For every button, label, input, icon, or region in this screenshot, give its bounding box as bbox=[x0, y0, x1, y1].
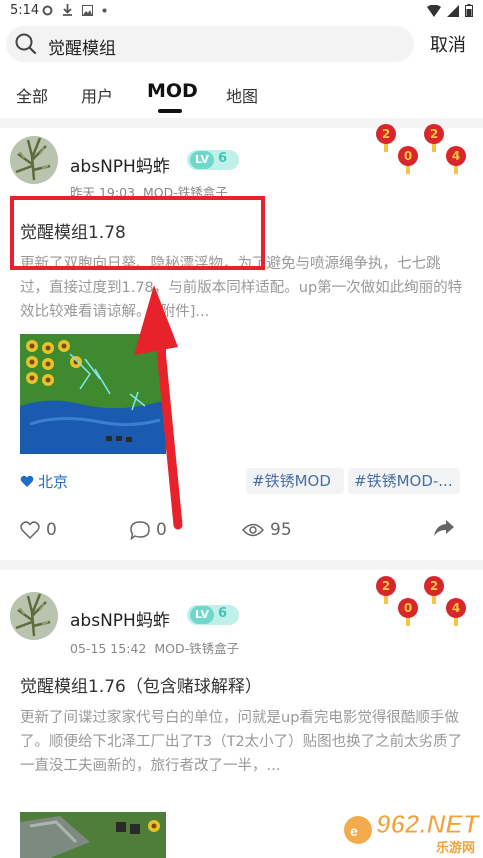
lantern-digit: 0 bbox=[404, 149, 412, 163]
status-notification-icons bbox=[42, 4, 107, 16]
share-button[interactable] bbox=[434, 520, 454, 536]
post-actions: 0 0 95 bbox=[0, 520, 483, 550]
like-count: 0 bbox=[46, 520, 57, 540]
lantern-digit: 2 bbox=[430, 579, 438, 593]
svg-text:e: e bbox=[350, 823, 358, 839]
tab-users[interactable]: 用户 bbox=[81, 83, 113, 107]
battery-icon bbox=[465, 4, 473, 17]
search-icon bbox=[15, 33, 37, 55]
lantern-digit: 2 bbox=[430, 127, 438, 141]
location-link[interactable]: 北京 bbox=[20, 471, 68, 492]
location-text: 北京 bbox=[38, 473, 69, 491]
signal-icon bbox=[447, 4, 459, 17]
view-count: 95 bbox=[270, 520, 292, 540]
post-excerpt[interactable]: 更新了间谍过家家代号白的单位，问就是up看完电影觉得很酷顺手做了。顺便给下北泽工… bbox=[20, 706, 465, 778]
active-tab-indicator bbox=[158, 109, 182, 113]
status-bar: 5:14 bbox=[0, 0, 483, 24]
watermark-text: 962.NET bbox=[376, 809, 481, 839]
level-number: 6 bbox=[218, 606, 228, 621]
dot-icon bbox=[102, 8, 107, 12]
heart-location-icon bbox=[20, 475, 34, 487]
lantern-digit: 0 bbox=[404, 601, 412, 615]
post-meta: 05-15 15:42 MOD-铁锈盒子 bbox=[70, 638, 239, 657]
image-icon bbox=[82, 4, 93, 16]
search-input[interactable]: 觉醒模组 bbox=[6, 26, 414, 62]
level-number: 6 bbox=[218, 151, 228, 166]
wifi-icon bbox=[427, 4, 441, 17]
new-year-lantern-decoration: 2 0 2 4 bbox=[376, 576, 466, 626]
share-icon bbox=[434, 520, 454, 536]
avatar-plant-image bbox=[10, 592, 58, 640]
avatar-plant-image bbox=[10, 136, 58, 184]
lantern-digit: 4 bbox=[452, 601, 460, 615]
level-badge: LV 6 bbox=[187, 150, 239, 170]
annotation-arrow bbox=[134, 285, 183, 530]
watermark-subtext: 乐游网 bbox=[436, 840, 475, 856]
level-prefix: LV bbox=[190, 151, 214, 169]
post-image[interactable] bbox=[20, 812, 166, 858]
lantern-digit: 2 bbox=[382, 579, 390, 593]
level-prefix: LV bbox=[190, 606, 214, 624]
game-screenshot-image bbox=[20, 812, 166, 858]
tab-maps[interactable]: 地图 bbox=[226, 83, 258, 107]
tab-all[interactable]: 全部 bbox=[16, 83, 48, 107]
status-time: 5:14 bbox=[10, 3, 40, 18]
avatar[interactable] bbox=[10, 592, 58, 640]
post-time: 05-15 15:42 bbox=[70, 641, 147, 656]
site-watermark-logo: e 962.NET 乐游网 bbox=[344, 809, 481, 856]
settings-icon bbox=[42, 5, 53, 15]
cancel-button[interactable]: 取消 bbox=[430, 31, 466, 57]
lantern-digit: 4 bbox=[452, 149, 460, 163]
level-badge: LV 6 bbox=[187, 605, 239, 625]
post-card[interactable]: absNPH蚂蚱 LV 6 昨天 19:03 MOD-铁锈盒子 2 0 2 4 觉… bbox=[0, 124, 483, 558]
topic-tag[interactable]: #铁锈MOD bbox=[246, 468, 344, 494]
heart-icon bbox=[20, 521, 40, 539]
status-system-icons bbox=[427, 4, 473, 17]
topic-tag[interactable]: #铁锈MOD-... bbox=[348, 468, 460, 494]
post-category: MOD-铁锈盒子 bbox=[154, 641, 240, 656]
search-bar: 觉醒模组 bbox=[0, 24, 483, 64]
view-count-indicator: 95 bbox=[242, 520, 292, 540]
download-icon bbox=[63, 4, 72, 16]
annotation-highlight-box bbox=[10, 196, 265, 270]
lantern-digit: 2 bbox=[382, 127, 390, 141]
username[interactable]: absNPH蚂蚱 bbox=[70, 152, 170, 177]
category-tabs: 全部 用户 MOD 地图 bbox=[0, 78, 483, 118]
eye-icon bbox=[242, 523, 264, 537]
like-button[interactable]: 0 bbox=[20, 520, 57, 540]
search-query: 觉醒模组 bbox=[48, 39, 116, 59]
username[interactable]: absNPH蚂蚱 bbox=[70, 606, 170, 631]
tab-mod[interactable]: MOD bbox=[147, 80, 198, 102]
avatar[interactable] bbox=[10, 136, 58, 184]
post-title[interactable]: 觉醒模组1.76（包含赌球解释） bbox=[20, 672, 262, 697]
new-year-lantern-decoration: 2 0 2 4 bbox=[376, 124, 466, 174]
section-divider bbox=[0, 560, 483, 570]
